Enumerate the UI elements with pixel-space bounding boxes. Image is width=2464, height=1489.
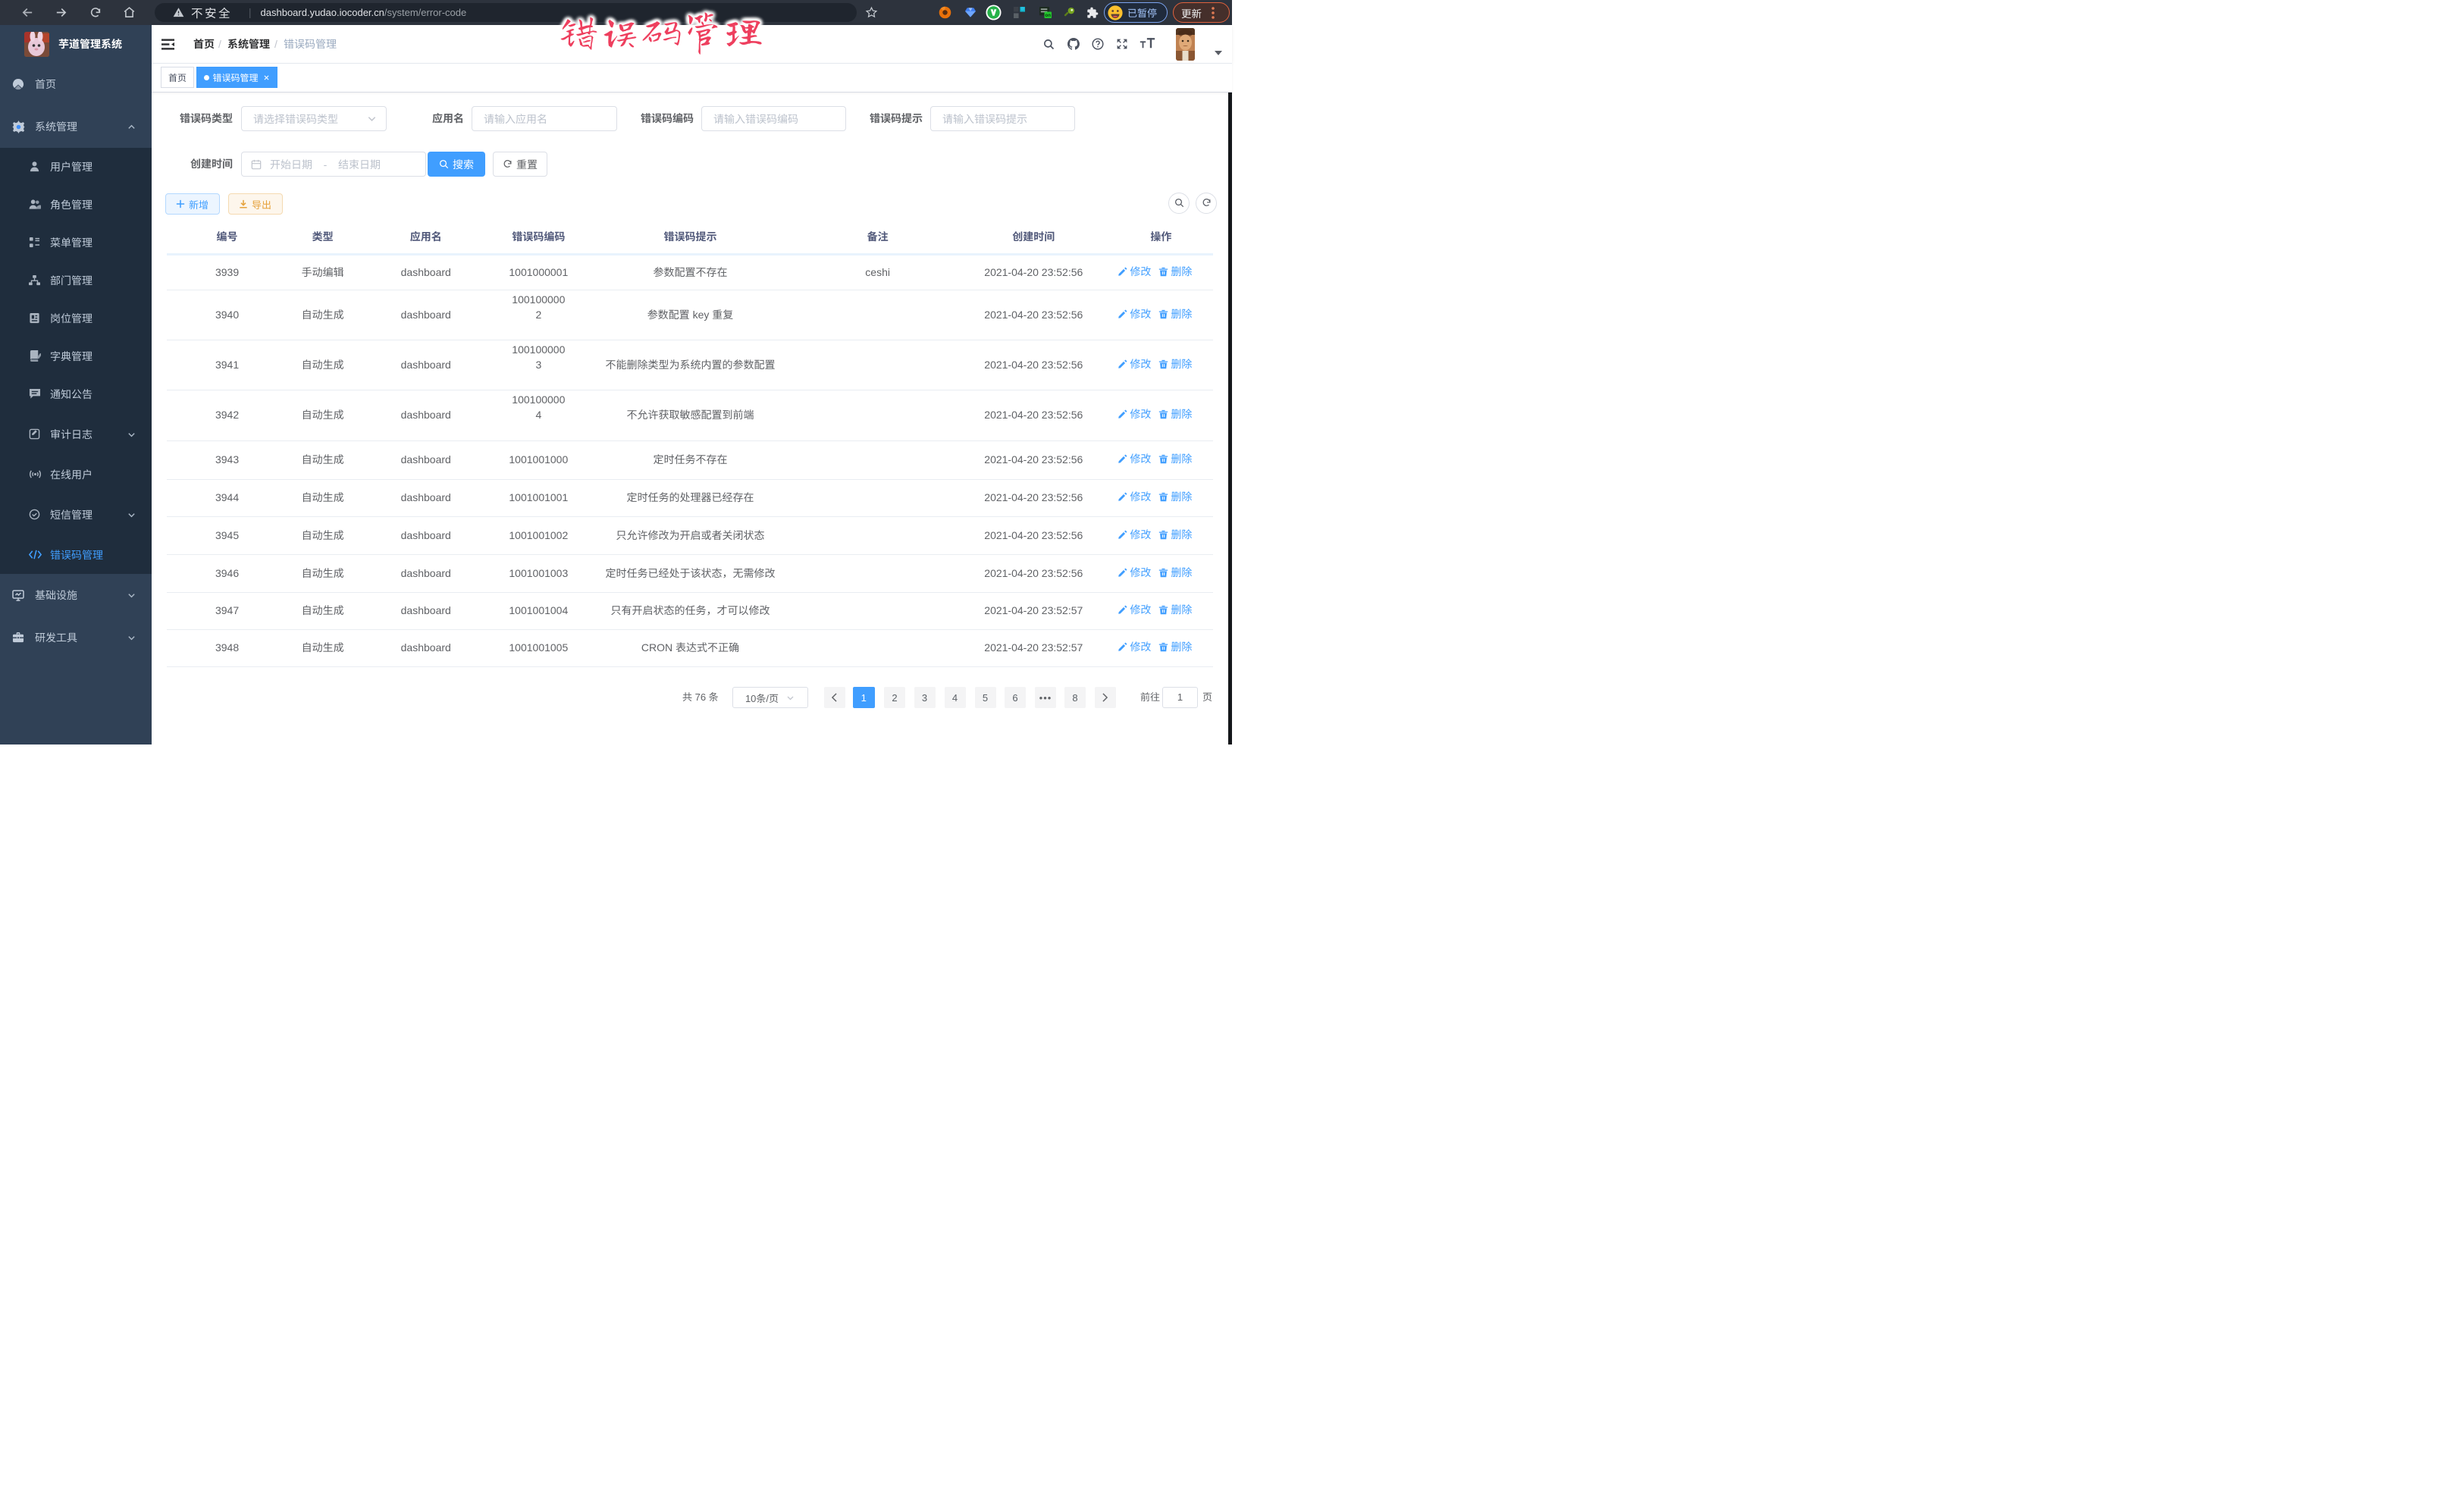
svg-text:on: on <box>1045 13 1052 18</box>
